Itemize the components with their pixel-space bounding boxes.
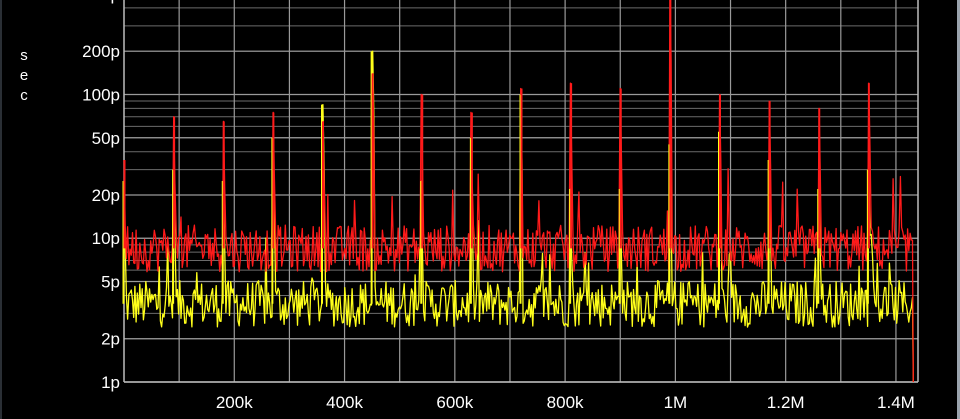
plot-area: 1p 2p 5p 10p 20p 50p 100p 200p 500p 200k 400k 600k 8… — [82, 0, 919, 412]
x-tick-label: 1M — [664, 393, 688, 412]
y-tick-label: 10p — [92, 229, 120, 248]
x-tick-label: 600k — [436, 393, 473, 412]
y-tick-label: 200p — [82, 42, 120, 61]
x-tick-label: 1.4M — [877, 393, 915, 412]
y-tick-label: 50p — [92, 129, 120, 148]
x-tick-label: 200k — [216, 393, 253, 412]
x-tick-label: 1.2M — [767, 393, 805, 412]
y-tick-label: 2p — [101, 330, 120, 349]
series-line — [123, 0, 914, 383]
y-tick-label: 1p — [101, 373, 120, 392]
x-tick-label: 400k — [326, 393, 363, 412]
y-tick-label: 500p — [82, 0, 120, 4]
chart-frame: s e c 1p2p5p10p20p50p100p200p500p200k400… — [0, 0, 960, 419]
y-tick-label: 20p — [92, 186, 120, 205]
x-tick-label: 800k — [547, 393, 584, 412]
y-tick-label: 5p — [101, 273, 120, 292]
y-tick-label: 100p — [82, 85, 120, 104]
